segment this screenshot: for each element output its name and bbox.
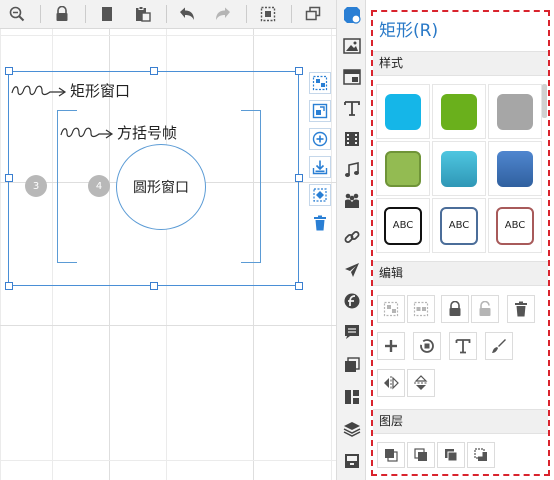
undo-icon[interactable] — [175, 1, 201, 27]
crop-select-icon[interactable] — [309, 184, 331, 206]
toolbar-divider — [39, 5, 41, 23]
circle-window-label: 圆形窗口 — [133, 180, 189, 196]
image-icon[interactable] — [341, 35, 363, 57]
style-swatch[interactable] — [376, 84, 430, 139]
format-brush-icon[interactable] — [485, 332, 513, 360]
link-icon[interactable] — [341, 226, 363, 248]
edit-section-header: 编辑 — [373, 261, 548, 286]
toolbar-divider — [84, 5, 86, 23]
resize-handle[interactable] — [295, 174, 303, 182]
resize-handle[interactable] — [150, 282, 158, 290]
rect-window-annotation: 矩形窗口 — [10, 80, 130, 101]
style-swatch[interactable] — [432, 84, 486, 139]
bracket-frame-right[interactable] — [241, 110, 261, 263]
resize-handle[interactable] — [150, 67, 158, 75]
chat-icon[interactable] — [341, 321, 363, 343]
resize-handle[interactable] — [5, 282, 13, 290]
pages-icon[interactable] — [341, 354, 363, 376]
bring-to-front-icon[interactable] — [377, 442, 405, 468]
style-swatch[interactable] — [432, 141, 486, 196]
layout-icon[interactable] — [341, 386, 363, 408]
resize-handle[interactable] — [295, 67, 303, 75]
main-toolbar — [0, 0, 336, 29]
style-swatch[interactable]: ABC — [376, 198, 430, 253]
lock-icon[interactable] — [49, 1, 75, 27]
send-backward-icon[interactable] — [437, 442, 465, 468]
archive-icon[interactable] — [341, 450, 363, 472]
replace-shape-icon[interactable] — [413, 332, 441, 360]
text-icon[interactable] — [341, 97, 363, 119]
step-badge: 4 — [88, 175, 110, 197]
unlock-icon[interactable] — [471, 295, 499, 323]
context-toolbar — [309, 72, 333, 240]
resize-handle[interactable] — [5, 67, 13, 75]
group-icon[interactable] — [309, 72, 331, 94]
video-icon[interactable] — [341, 128, 363, 150]
bracket-frame-annotation: 方括号帧 — [59, 122, 177, 143]
delete-icon[interactable] — [309, 212, 331, 234]
toolbar-divider — [165, 5, 167, 23]
add-icon[interactable] — [377, 332, 405, 360]
resize-handle[interactable] — [5, 174, 13, 182]
resize-fit-icon[interactable] — [309, 100, 331, 122]
plane-icon[interactable] — [341, 259, 363, 281]
select-area-icon[interactable] — [255, 1, 281, 27]
shapes-icon[interactable] — [341, 4, 363, 26]
window-icon[interactable] — [341, 66, 363, 88]
circle-window[interactable]: 圆形窗口 — [116, 144, 206, 230]
copy-icon[interactable] — [94, 1, 120, 27]
style-swatch-label: ABC — [496, 206, 534, 245]
layers-icon[interactable] — [341, 418, 363, 440]
resize-handle[interactable] — [295, 282, 303, 290]
shape-properties-panel: 矩形(R) 样式 ABC ABC ABC 编辑 图层 — [371, 10, 550, 476]
step-badge: 3 — [25, 175, 47, 197]
add-circle-icon[interactable] — [309, 128, 331, 150]
insert-rail — [336, 0, 366, 480]
flip-horizontal-icon[interactable] — [377, 369, 405, 397]
people-icon[interactable] — [341, 190, 363, 212]
layer-section-header: 图层 — [373, 409, 548, 434]
style-swatch[interactable]: ABC — [432, 198, 486, 253]
music-icon[interactable] — [341, 159, 363, 181]
flash-icon[interactable] — [341, 290, 363, 312]
toolbar-divider — [291, 5, 293, 23]
bring-forward-icon[interactable] — [407, 442, 435, 468]
toolbar-divider — [246, 5, 248, 23]
rect-window-label: 矩形窗口 — [70, 82, 131, 100]
download-icon[interactable] — [309, 156, 331, 178]
delete-icon[interactable] — [507, 295, 535, 323]
bracket-frame-label: 方括号帧 — [117, 124, 178, 142]
squiggle-arrow-icon — [11, 85, 67, 96]
drawing-canvas[interactable]: 圆形窗口 3 4 矩形窗口 方括号帧 — [0, 29, 336, 480]
style-swatch[interactable]: ABC — [488, 198, 542, 253]
style-section-header: 样式 — [373, 51, 548, 76]
style-swatch[interactable] — [488, 84, 542, 139]
send-to-back-icon[interactable] — [467, 442, 495, 468]
redo-icon[interactable] — [210, 1, 236, 27]
paste-icon[interactable] — [130, 1, 156, 27]
style-swatch-label: ABC — [384, 206, 422, 245]
squiggle-arrow-icon — [60, 127, 114, 138]
flip-vertical-icon[interactable] — [407, 369, 435, 397]
zoom-out-icon[interactable] — [4, 1, 30, 27]
panel-title: 矩形(R) — [379, 21, 439, 41]
style-scrollbar[interactable] — [542, 84, 547, 118]
ungroup-disabled-icon[interactable] — [407, 295, 435, 323]
style-swatch[interactable] — [376, 141, 430, 196]
duplicate-icon[interactable] — [300, 1, 326, 27]
text-edit-icon[interactable] — [449, 332, 477, 360]
style-swatch[interactable] — [488, 141, 542, 196]
lock-icon[interactable] — [441, 295, 469, 323]
style-swatch-label: ABC — [440, 206, 478, 245]
group-disabled-icon[interactable] — [377, 295, 405, 323]
